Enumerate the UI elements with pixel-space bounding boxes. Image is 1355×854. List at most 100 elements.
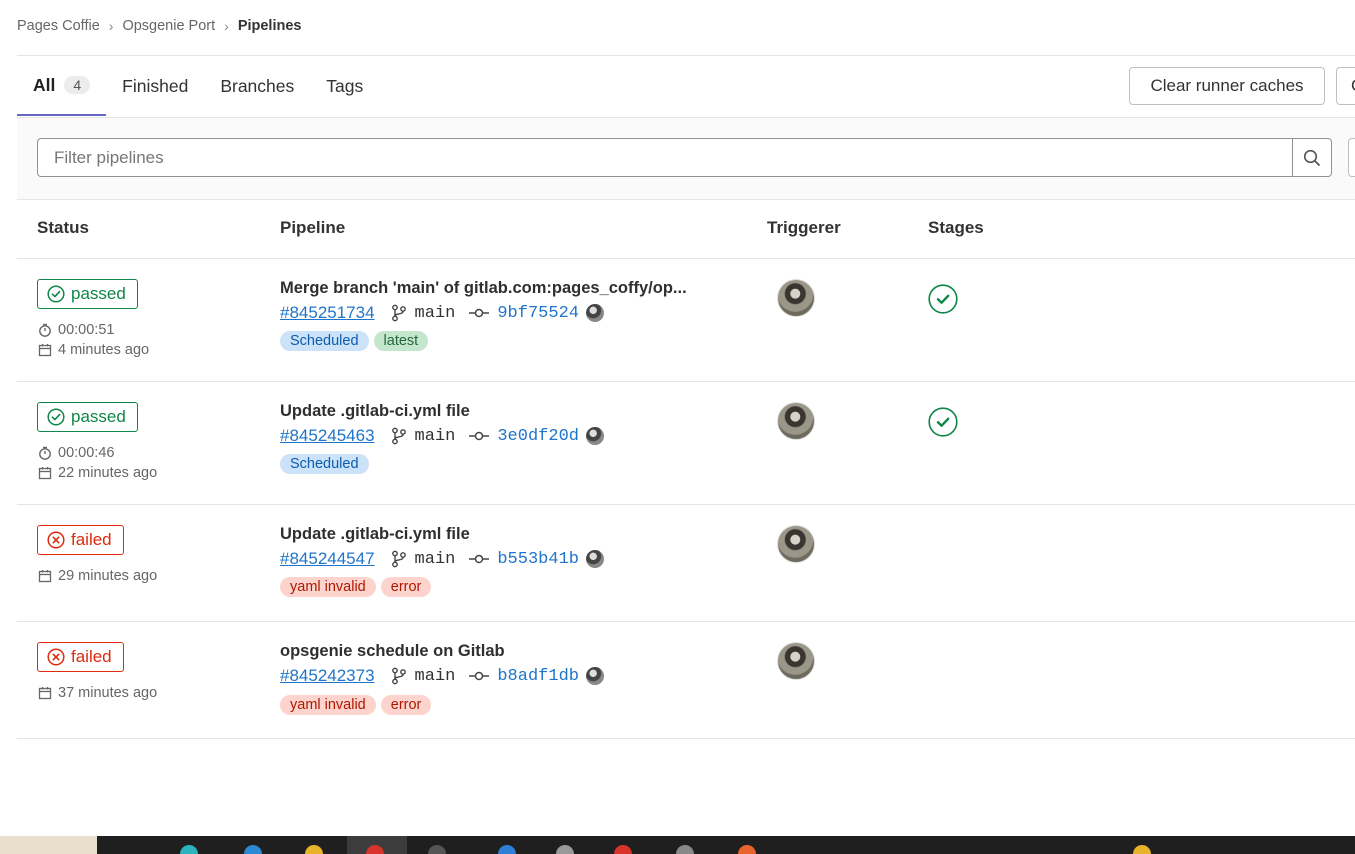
triggerer-avatar[interactable]	[777, 279, 815, 317]
app-icon[interactable]	[244, 845, 262, 854]
branch-name[interactable]: main	[415, 667, 456, 686]
triggerer-avatar[interactable]	[777, 402, 815, 440]
triggerer-avatar[interactable]	[777, 525, 815, 563]
pipeline-labels: yaml invalid error	[280, 695, 432, 715]
duration-value: 00:00:46	[58, 445, 115, 461]
tab-branches-label: Branches	[220, 75, 295, 96]
filter-pipelines-input[interactable]: Filter pipelines	[37, 138, 1293, 177]
status-failed-icon	[47, 531, 65, 549]
calendar-icon	[38, 467, 52, 480]
branch-name[interactable]: main	[415, 304, 456, 323]
commit-sha-link[interactable]: b8adf1db	[497, 667, 579, 686]
pipeline-tabs: All 4 Finished Branches Tags	[17, 56, 379, 116]
finished-value: 22 minutes ago	[58, 465, 158, 481]
tab-finished[interactable]: Finished	[106, 56, 204, 116]
breadcrumb-item-group[interactable]: Pages Coffie	[17, 18, 100, 34]
pipeline-title[interactable]: Merge branch 'main' of gitlab.com:pages_…	[280, 279, 687, 298]
chevron-right-icon: ›	[224, 18, 229, 34]
branch-icon	[391, 304, 406, 322]
app-icon[interactable]	[498, 845, 516, 854]
breadcrumb-item-project[interactable]: Opsgenie Port	[122, 18, 215, 34]
status-badge[interactable]: failed	[37, 525, 124, 555]
commit-author-avatar[interactable]	[585, 427, 604, 445]
stage-success-icon[interactable]	[928, 407, 958, 437]
pipeline-labels: yaml invalid error	[280, 577, 432, 597]
status-success-icon	[47, 408, 65, 426]
search-button[interactable]	[1292, 138, 1332, 177]
finished-time: 22 minutes ago	[38, 465, 157, 481]
branch-name[interactable]: main	[415, 427, 456, 446]
app-icon[interactable]	[738, 845, 756, 854]
app-icon[interactable]	[180, 845, 198, 854]
tab-branches[interactable]: Branches	[204, 56, 310, 116]
finished-time: 37 minutes ago	[38, 685, 157, 701]
commit-author-avatar[interactable]	[585, 550, 604, 568]
stage-success-icon[interactable]	[928, 284, 958, 314]
commit-icon	[469, 431, 490, 441]
pipeline-info: #845245463 main 3e0df20d	[280, 426, 604, 446]
pipeline-labels: Scheduled	[280, 454, 369, 474]
table-row: failed 29 minutes ago Update .gitlab-ci.…	[17, 505, 1355, 622]
commit-sha-link[interactable]: 9bf75524	[497, 304, 579, 323]
label-yaml-invalid: yaml invalid	[280, 577, 376, 597]
tab-tags[interactable]: Tags	[310, 56, 379, 116]
branch-name[interactable]: main	[415, 550, 456, 569]
pipeline-title[interactable]: Update .gitlab-ci.yml file	[280, 402, 470, 421]
commit-author-avatar[interactable]	[585, 304, 604, 322]
status-label: failed	[71, 530, 112, 549]
calendar-icon	[38, 687, 52, 700]
tab-finished-label: Finished	[122, 75, 189, 96]
branch-icon	[391, 667, 406, 685]
pipeline-title[interactable]: opsgenie schedule on Gitlab	[280, 642, 505, 661]
commit-icon	[469, 671, 490, 681]
app-icon[interactable]	[614, 845, 632, 854]
tab-all[interactable]: All 4	[17, 56, 107, 116]
label-latest: latest	[373, 331, 429, 351]
label-scheduled: Scheduled	[280, 454, 369, 474]
triggerer-avatar[interactable]	[777, 642, 815, 680]
status-failed-icon	[47, 648, 65, 666]
status-badge[interactable]: failed	[37, 642, 124, 672]
pipeline-info: #845251734 main 9bf75524	[280, 303, 604, 323]
ci-lint-button[interactable]: C	[1336, 67, 1355, 105]
status-badge[interactable]: passed	[37, 402, 138, 432]
app-icon[interactable]	[556, 845, 574, 854]
breadcrumb-current[interactable]: Pipelines	[238, 18, 302, 34]
label-scheduled: Scheduled	[280, 331, 369, 351]
pipeline-labels: Scheduled latest	[280, 331, 429, 351]
duration: 00:00:51	[38, 322, 114, 338]
commit-icon	[469, 554, 490, 564]
calendar-icon	[38, 344, 52, 357]
app-icon[interactable]	[428, 845, 446, 854]
app-icon[interactable]	[676, 845, 694, 854]
status-success-icon	[47, 285, 65, 303]
chevron-right-icon: ›	[108, 18, 114, 34]
folder-icon[interactable]	[305, 845, 323, 854]
table-row: failed 37 minutes ago opsgenie schedule …	[17, 622, 1355, 739]
commit-icon	[469, 308, 490, 318]
finished-value: 37 minutes ago	[58, 685, 158, 701]
pipeline-id-link[interactable]: #845251734	[280, 303, 375, 323]
pipeline-title[interactable]: Update .gitlab-ci.yml file	[280, 525, 470, 544]
label-error: error	[380, 695, 432, 715]
table-header: Status Pipeline Triggerer Stages	[17, 198, 1355, 259]
start-icon[interactable]	[0, 836, 97, 854]
finished-time: 29 minutes ago	[38, 568, 157, 584]
branch-icon	[391, 427, 406, 445]
pipeline-id-link[interactable]: #845242373	[280, 666, 375, 686]
commit-sha-link[interactable]: b553b41b	[497, 550, 579, 569]
label-yaml-invalid: yaml invalid	[280, 695, 376, 715]
clear-runner-caches-button[interactable]: Clear runner caches	[1129, 67, 1325, 105]
commit-sha-link[interactable]: 3e0df20d	[497, 427, 579, 446]
branch-icon	[391, 550, 406, 568]
finished-value: 4 minutes ago	[58, 342, 150, 358]
commit-author-avatar[interactable]	[585, 667, 604, 685]
pipeline-id-link[interactable]: #845244547	[280, 549, 375, 569]
pipeline-id-link[interactable]: #845245463	[280, 426, 375, 446]
timer-icon	[39, 446, 51, 460]
table-row: passed 00:00:46 22 minutes ago Update .g…	[17, 382, 1355, 505]
status-badge[interactable]: passed	[37, 279, 138, 309]
column-triggerer: Triggerer	[767, 218, 841, 237]
tray-icon[interactable]	[1133, 845, 1151, 854]
sort-button[interactable]	[1348, 138, 1355, 177]
